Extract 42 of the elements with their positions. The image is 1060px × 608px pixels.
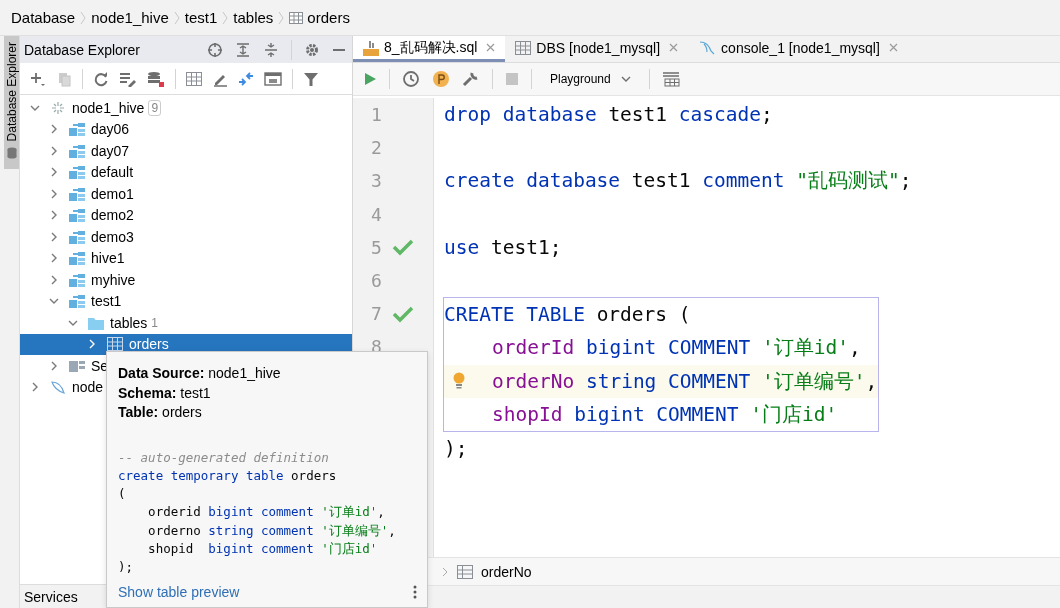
code-line: create temporary table orders: [118, 467, 337, 483]
code-line: -- auto-generated definition: [118, 449, 329, 465]
tree-item-label: demo2: [91, 207, 134, 224]
code-line: );: [444, 436, 468, 460]
code-line: orderNo string COMMENT '订单编号',: [492, 368, 878, 395]
code-line: use test1;: [444, 235, 562, 259]
code-line: orderid bigint comment '订单id',: [147, 504, 385, 520]
line-number: 5: [371, 236, 382, 258]
panel-title: Database Explorer: [24, 41, 141, 58]
item-count: 1: [151, 315, 159, 330]
info-line: Data Source: node1_hive: [118, 364, 282, 383]
info-line: Schema: test1: [118, 383, 212, 403]
line-number: 2: [371, 137, 382, 159]
tree-item-label: orders: [129, 336, 169, 353]
services-label: Services: [24, 588, 78, 605]
tree-item-label: myhive: [91, 271, 136, 288]
tree-item-label: node: [72, 379, 104, 396]
tree-item-label: day07: [91, 142, 130, 159]
tree-item-label: demo3: [91, 228, 134, 245]
tree-item-label: tables: [110, 314, 148, 331]
tree-item-label: demo1: [91, 185, 134, 202]
code-line: (: [118, 486, 126, 502]
code-line: orderId bigint COMMENT '订单id',: [492, 335, 861, 362]
code-line: drop database test1 cascade;: [444, 103, 773, 127]
tree-item-label: hive1: [91, 250, 125, 267]
line-number: 1: [371, 104, 382, 126]
code-line: create database test1 comment "乱码测试";: [444, 168, 912, 195]
code-line: shopid bigint comment '门店id': [147, 541, 378, 556]
code-line: shopId bigint COMMENT '门店id': [492, 401, 838, 428]
code-line: );: [118, 559, 134, 575]
line-number: 6: [371, 270, 382, 292]
tree-item-label: default: [91, 164, 134, 181]
line-number: 7: [371, 303, 382, 325]
item-count: 9: [148, 99, 162, 116]
tree-item-label: test1: [91, 293, 122, 310]
info-line: Table: orders: [118, 403, 203, 422]
line-number: 3: [371, 170, 382, 192]
code-line: orderno string comment '订单编号',: [147, 522, 396, 538]
line-number: 4: [371, 203, 382, 225]
code-line: CREATE TABLE orders (: [444, 303, 691, 327]
tree-item-label: day06: [91, 121, 130, 138]
tree-item-label: node1_hive: [72, 99, 145, 116]
